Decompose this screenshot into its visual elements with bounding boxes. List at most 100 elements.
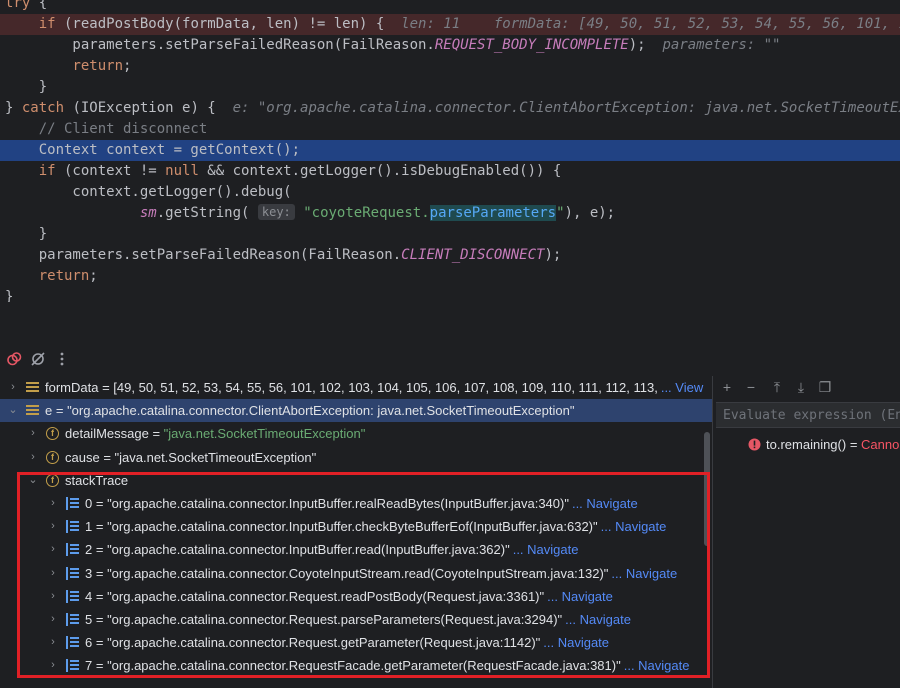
code-token: parameters.setParseFailedReason(FailReas… <box>5 37 435 53</box>
expand-chevron-icon[interactable]: › <box>48 567 58 578</box>
code-line[interactable]: sm.getString( key: "coyoteRequest.parseP… <box>0 203 900 224</box>
stack-frame-row[interactable]: › 2 = "org.apache.catalina.connector.Inpu… <box>0 538 712 561</box>
code-line[interactable]: parameters.setParseFailedReason(FailReas… <box>0 35 900 56</box>
code-token: CLIENT_DISCONNECT <box>401 247 545 263</box>
variable-separator: = <box>148 426 164 442</box>
navigate-link[interactable]: ... Navigate <box>572 496 638 511</box>
code-line[interactable]: // Client disconnect <box>0 119 900 140</box>
code-token: return <box>38 268 90 284</box>
variable-value: "org.apache.catalina.connector.Request.g… <box>107 635 541 651</box>
code-token: null <box>165 163 199 179</box>
watch-separator: = <box>846 437 862 452</box>
code-line[interactable]: } <box>0 77 900 98</box>
watch-item[interactable]: to.remaining() = Canno <box>748 434 899 456</box>
stack-frame-row[interactable]: › 1 = "org.apache.catalina.connector.Inpu… <box>0 515 712 538</box>
breakpoints-icon[interactable] <box>6 351 22 367</box>
navigate-link[interactable]: ... Navigate <box>547 589 613 604</box>
array-element-icon <box>66 566 79 580</box>
code-line[interactable]: } <box>0 287 900 302</box>
expand-chevron-icon[interactable]: › <box>48 544 58 555</box>
copy-icon[interactable]: ❐ <box>818 380 832 394</box>
remove-watch-icon[interactable]: − <box>744 380 758 394</box>
variable-value: "java.net.SocketTimeoutException" <box>114 449 317 465</box>
watch-result: Canno <box>861 437 900 452</box>
stack-frame-row[interactable]: › 4 = "org.apache.catalina.connector.Requ… <box>0 585 712 608</box>
code-token: if <box>38 163 56 179</box>
expand-chevron-icon[interactable]: › <box>48 614 58 625</box>
variable-row[interactable]: › formData = [49, 50, 51, 52, 53, 54, 55,… <box>0 376 712 399</box>
code-token: parameters: "" <box>662 37 781 53</box>
expand-chevron-icon[interactable]: › <box>28 428 38 439</box>
code-line[interactable]: return; <box>0 266 900 287</box>
expand-chevron-icon[interactable]: › <box>8 382 18 393</box>
expand-chevron-icon[interactable]: › <box>48 498 58 509</box>
more-options-icon[interactable] <box>54 351 70 367</box>
code-line[interactable]: context.getLogger().debug( <box>0 182 900 203</box>
navigate-link[interactable]: ... Navigate <box>513 542 579 557</box>
expand-chevron-icon[interactable]: › <box>48 660 58 671</box>
code-token: Context context = getContext(); <box>5 142 301 158</box>
code-token: && context.getLogger().isDebugEnabled())… <box>198 163 562 179</box>
code-line[interactable]: Context context = getContext(); <box>0 140 900 161</box>
navigate-link[interactable]: ... Navigate <box>565 612 631 627</box>
code-token: if <box>38 16 56 32</box>
watch-expression: to.remaining() <box>766 437 847 452</box>
evaluate-expression-input[interactable]: Evaluate expression (En <box>716 402 900 428</box>
array-element-icon <box>66 659 79 673</box>
stack-frame-row[interactable]: › 7 = "org.apache.catalina.connector.Requ… <box>0 654 712 677</box>
code-line[interactable]: parameters.setParseFailedReason(FailReas… <box>0 245 900 266</box>
expand-chevron-icon[interactable]: › <box>28 451 38 462</box>
navigate-link[interactable]: ... Navigate <box>624 658 690 673</box>
navigate-link[interactable]: ... Navigate <box>601 519 667 534</box>
code-token: // Client disconnect <box>38 121 208 137</box>
variable-row[interactable]: › f cause = "java.net.SocketTimeoutExcepti… <box>0 446 712 469</box>
stack-frame-row[interactable]: › 6 = "org.apache.catalina.connector.Requ… <box>0 631 712 654</box>
expand-chevron-icon[interactable]: › <box>48 590 58 601</box>
add-watch-icon[interactable]: + <box>720 380 734 394</box>
variable-separator: = <box>92 588 108 604</box>
field-icon: f <box>46 427 59 441</box>
variable-separator: = <box>52 403 68 419</box>
variable-row[interactable]: ⌄ e = "org.apache.catalina.connector.Clie… <box>0 399 712 423</box>
code-editor[interactable]: try { if (readPostBody(formData, len) !=… <box>0 0 900 302</box>
mute-breakpoints-icon[interactable] <box>30 351 46 367</box>
variable-value: "org.apache.catalina.connector.InputBuff… <box>107 542 510 558</box>
expand-chevron-icon[interactable]: › <box>48 637 58 648</box>
expand-chevron-icon[interactable]: › <box>48 521 58 532</box>
code-line[interactable]: } catch (IOException e) { e: "org.apache… <box>0 98 900 119</box>
variable-separator: = <box>92 565 108 581</box>
move-down-icon[interactable]: ⤓ <box>794 380 808 394</box>
variable-row[interactable]: › f detailMessage = "java.net.SocketTimeou… <box>0 422 712 445</box>
stack-frame-row[interactable]: › 3 = "org.apache.catalina.connector.Coyo… <box>0 562 712 585</box>
code-token: " <box>556 205 565 221</box>
variable-text: 2 = "org.apache.catalina.connector.Input… <box>85 538 578 561</box>
stack-frame-row[interactable]: › 0 = "org.apache.catalina.connector.Inpu… <box>0 492 712 515</box>
code-line[interactable]: if (readPostBody(formData, len) != len) … <box>0 14 900 35</box>
code-line[interactable]: try { <box>0 0 900 14</box>
variable-name: formData <box>45 380 99 395</box>
navigate-link[interactable]: ... Navigate <box>611 566 677 581</box>
stack-frame-row[interactable]: › 5 = "org.apache.catalina.connector.Requ… <box>0 608 712 631</box>
variable-row[interactable]: ⌄ f stackTrace <box>0 469 712 492</box>
code-line[interactable]: } <box>0 224 900 245</box>
collapse-chevron-icon[interactable]: ⌄ <box>28 474 38 485</box>
variable-text: 1 = "org.apache.catalina.connector.Input… <box>85 515 666 538</box>
variable-icon <box>26 381 39 394</box>
code-line[interactable]: return; <box>0 56 900 77</box>
navigate-link[interactable]: ... Navigate <box>543 635 609 650</box>
code-token: sm <box>139 205 157 221</box>
code-token: key: <box>257 204 295 220</box>
debugger-toolbar <box>0 342 900 376</box>
code-line[interactable]: if (context != null && context.getLogger… <box>0 161 900 182</box>
scrollbar-thumb[interactable] <box>704 432 710 546</box>
array-element-icon <box>66 497 79 510</box>
collapse-chevron-icon[interactable]: ⌄ <box>8 405 18 416</box>
array-element-icon <box>66 613 79 626</box>
view-link[interactable]: ... View <box>661 380 703 395</box>
move-up-icon[interactable]: ⤒ <box>770 380 784 394</box>
array-element-icon <box>66 589 79 603</box>
